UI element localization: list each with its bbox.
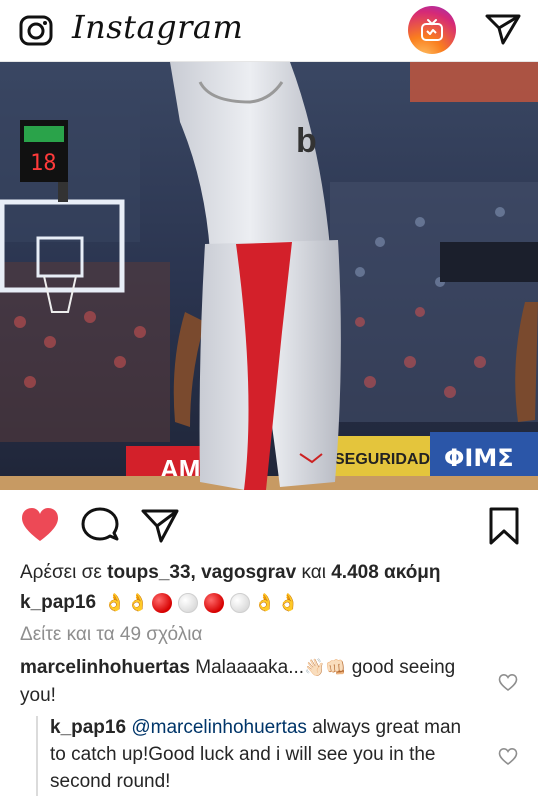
bookmark-icon[interactable] xyxy=(484,506,524,546)
waving-hand-icon: 👋🏻 xyxy=(304,658,326,677)
board-text-seguridad: SEGURIDAD xyxy=(334,451,430,468)
caption-username[interactable]: k_pap16 xyxy=(20,592,96,614)
camera-icon[interactable] xyxy=(18,12,54,48)
red-circle-icon xyxy=(204,593,225,613)
likes-summary[interactable]: Αρέσει σε toups_33, vagosgrav και 4.408 … xyxy=(20,562,441,584)
likes-prefix: Αρέσει σε xyxy=(20,562,102,583)
direct-message-icon[interactable] xyxy=(484,10,522,48)
view-all-comments-link[interactable]: Δείτε και τα 49 σχόλια xyxy=(20,624,202,646)
ok-hand-icon: 👌 xyxy=(254,593,276,612)
white-circle-icon xyxy=(178,593,199,613)
fist-icon: 👊🏻 xyxy=(325,658,347,677)
likes-users[interactable]: toups_33, vagosgrav xyxy=(107,562,296,583)
instagram-logo: Instagram xyxy=(72,8,244,46)
shot-clock: 18 xyxy=(30,151,57,176)
reply-like-heart-icon[interactable] xyxy=(498,747,518,767)
comment-username[interactable]: marcelinhohuertas xyxy=(20,657,190,678)
likes-joiner: και xyxy=(301,562,326,583)
svg-text:b: b xyxy=(296,122,317,160)
ok-hand-icon: 👌 xyxy=(277,593,299,612)
post-actions xyxy=(0,490,538,558)
reply-username[interactable]: k_pap16 xyxy=(50,717,126,738)
share-icon[interactable] xyxy=(140,506,180,546)
heart-filled-icon[interactable] xyxy=(20,506,60,546)
white-circle-icon xyxy=(230,593,251,613)
comment-text: Malaaaaka... xyxy=(195,657,305,678)
top-bar: Instagram xyxy=(0,0,538,62)
board-text-fims: ΦΙΜΣ xyxy=(444,444,514,472)
reply-mention[interactable]: @marcelinhohuertas xyxy=(131,717,307,738)
basketball-photo: 18 AM SEGURIDAD ΦΙΜΣ b xyxy=(0,62,538,490)
ok-hand-icon: 👌 xyxy=(104,593,126,612)
comment-icon[interactable] xyxy=(80,506,120,546)
comment-like-heart-icon[interactable] xyxy=(498,673,518,693)
comment-item: marcelinhohuertas Malaaaaka...👋🏻👊🏻 good … xyxy=(20,654,480,710)
likes-count[interactable]: 4.408 ακόμη xyxy=(331,562,440,583)
reply-thread-line xyxy=(36,716,38,796)
ok-hand-icon: 👌 xyxy=(127,593,149,612)
caption-emojis: 👌 👌 👌 👌 xyxy=(104,593,299,613)
reply-item: k_pap16 @marcelinhohuertas always great … xyxy=(50,714,480,795)
red-circle-icon xyxy=(152,593,173,613)
post-caption: k_pap16 👌 👌 👌 👌 xyxy=(20,592,299,614)
igtv-icon[interactable] xyxy=(408,6,456,54)
post-photo[interactable]: 18 AM SEGURIDAD ΦΙΜΣ b xyxy=(0,62,538,490)
